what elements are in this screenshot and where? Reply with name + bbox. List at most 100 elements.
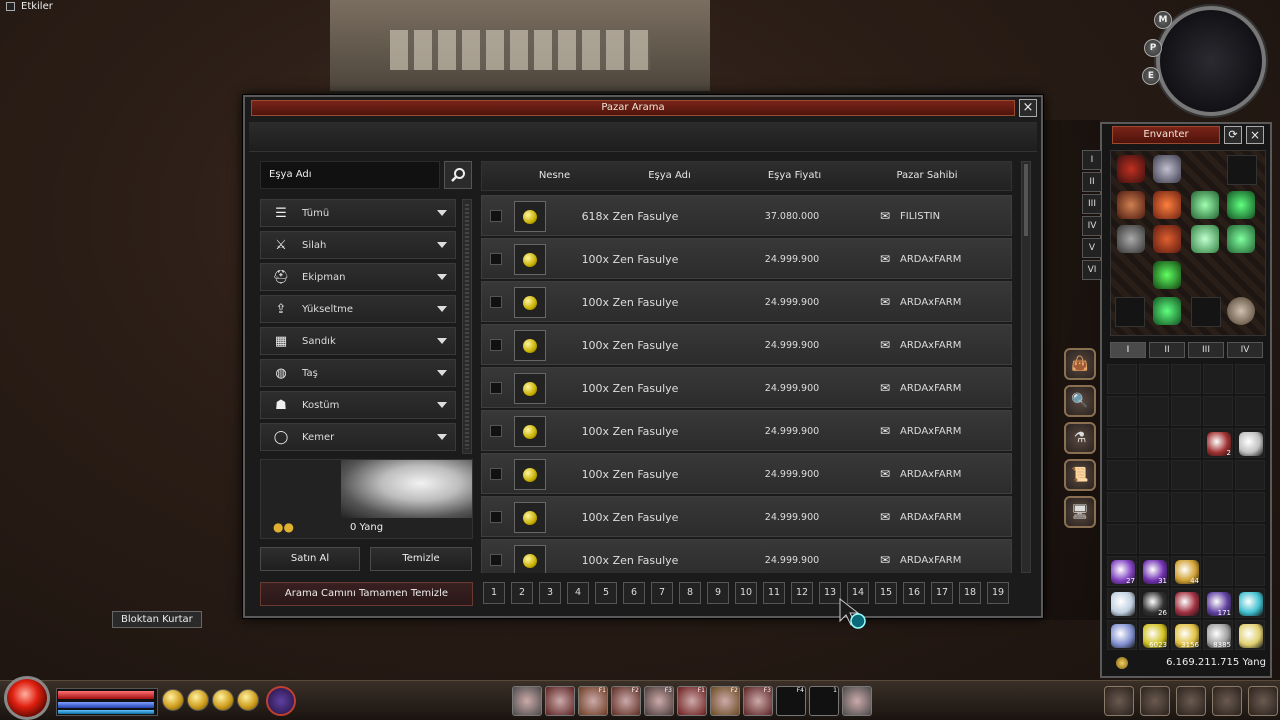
earring-slot[interactable] (1227, 191, 1255, 219)
inventory-slot[interactable] (1139, 428, 1169, 458)
table-row[interactable]: 100x Zen Fasulye 24.999.900 ✉ ARDAxFARM (481, 324, 1012, 365)
inventory-slot[interactable] (1171, 460, 1201, 490)
inventory-slot[interactable] (1171, 588, 1201, 618)
page-button[interactable]: 19 (987, 582, 1009, 604)
search-icon[interactable]: 🔍 (1064, 385, 1096, 417)
row-checkbox[interactable] (490, 425, 502, 437)
row-checkbox[interactable] (490, 339, 502, 351)
row-checkbox[interactable] (490, 554, 502, 566)
table-row[interactable]: 100x Zen Fasulye 24.999.900 ✉ ARDAxFARM (481, 410, 1012, 451)
inventory-slot[interactable] (1235, 588, 1265, 618)
inventory-slot[interactable] (1203, 524, 1233, 554)
skills-menu-button[interactable] (1104, 686, 1134, 716)
armor-slot[interactable] (1117, 191, 1145, 219)
mail-icon[interactable]: ✉ (880, 210, 890, 222)
inventory-slot[interactable] (1107, 396, 1137, 426)
inventory-slot[interactable] (1171, 428, 1201, 458)
pet-slot[interactable] (1153, 297, 1181, 325)
category-upgrade[interactable]: ⇪ Yükseltme (260, 295, 456, 323)
page-button[interactable]: 17 (931, 582, 953, 604)
inventory-slot[interactable] (1235, 460, 1265, 490)
inventory-slot[interactable] (1107, 588, 1137, 618)
item-name-search-input[interactable]: Eşya Adı (260, 161, 440, 189)
effects-checkbox[interactable] (6, 2, 15, 11)
inventory-slot[interactable]: 31 (1139, 556, 1169, 586)
number-slot[interactable]: 1 (809, 686, 839, 716)
mask-skill-icon[interactable]: F3 (743, 686, 773, 716)
page-button[interactable]: 15 (875, 582, 897, 604)
page-button[interactable]: 6 (623, 582, 645, 604)
belt-slot[interactable] (1227, 297, 1255, 325)
page-button[interactable]: 4 (567, 582, 589, 604)
bag-icon[interactable]: 👜 (1064, 348, 1096, 380)
inventory-slot[interactable] (1203, 492, 1233, 522)
inventory-slot[interactable]: 171 (1203, 588, 1233, 618)
inventory-slot[interactable]: 26 (1139, 588, 1169, 618)
inventory-slot[interactable] (1235, 428, 1265, 458)
effects-toggle[interactable]: Etkiler (6, 1, 53, 12)
equip-tab[interactable]: IV (1082, 216, 1102, 236)
gloves-slot[interactable] (1117, 225, 1145, 253)
inventory-slot[interactable]: 8385 (1203, 620, 1233, 650)
necklace-slot[interactable] (1227, 225, 1255, 253)
table-row[interactable]: 100x Zen Fasulye 24.999.900 ✉ ARDAxFARM (481, 367, 1012, 408)
search-button[interactable] (444, 161, 472, 189)
page-button[interactable]: 11 (763, 582, 785, 604)
body-slot[interactable] (1153, 191, 1181, 219)
ring-slot[interactable] (1153, 261, 1181, 289)
inventory-slot[interactable] (1203, 460, 1233, 490)
row-checkbox[interactable] (490, 296, 502, 308)
shop-icon[interactable]: ⚗ (1064, 422, 1096, 454)
mail-icon[interactable]: ✉ (880, 382, 890, 394)
equip-tab[interactable]: V (1082, 238, 1102, 258)
inventory-slot[interactable] (1107, 492, 1137, 522)
inventory-slot[interactable] (1235, 364, 1265, 394)
buy-button[interactable]: Satın Al (260, 547, 360, 571)
page-button[interactable]: 10 (735, 582, 757, 604)
inventory-slot[interactable]: 27 (1107, 556, 1137, 586)
inventory-slot[interactable] (1235, 556, 1265, 586)
inventory-slot[interactable]: 6023 (1139, 620, 1169, 650)
category-chest[interactable]: ▦ Sandık (260, 327, 456, 355)
table-row[interactable]: 100x Zen Fasulye 24.999.900 ✉ ARDAxFARM (481, 238, 1012, 279)
results-scrollbar[interactable] (1021, 161, 1031, 573)
category-weapon[interactable]: ⚔ Silah (260, 231, 456, 259)
page-button[interactable]: 18 (959, 582, 981, 604)
clear-button[interactable]: Temizle (370, 547, 472, 571)
inventory-slot[interactable] (1107, 524, 1137, 554)
shield-slot[interactable] (1191, 191, 1219, 219)
inventory-slot[interactable] (1107, 620, 1137, 650)
mail-icon[interactable]: ✉ (880, 339, 890, 351)
minimap[interactable]: M P E (1138, 6, 1270, 118)
table-row[interactable]: 100x Zen Fasulye 24.999.900 ✉ ARDAxFARM (481, 496, 1012, 537)
inventory-slot[interactable] (1203, 364, 1233, 394)
character-menu-button[interactable] (1140, 686, 1170, 716)
inventory-slot[interactable] (1235, 396, 1265, 426)
inventory-slot[interactable] (1235, 492, 1265, 522)
refresh-button[interactable]: ⟳ (1224, 126, 1242, 144)
inventory-slot[interactable] (1171, 396, 1201, 426)
page-button[interactable]: 2 (511, 582, 533, 604)
category-all[interactable]: ☰ Tümü (260, 199, 456, 227)
inventory-slot[interactable] (1107, 460, 1137, 490)
pet-skill-icon[interactable] (842, 686, 872, 716)
guild-menu-button[interactable] (1176, 686, 1206, 716)
inventory-slot[interactable] (1139, 460, 1169, 490)
mail-icon[interactable]: ✉ (880, 425, 890, 437)
inventory-slot[interactable] (1171, 524, 1201, 554)
mail-icon[interactable]: ✉ (880, 511, 890, 523)
sun-skill-icon[interactable]: F2 (710, 686, 740, 716)
character-button[interactable] (266, 686, 296, 716)
minimap-circle[interactable] (1156, 6, 1266, 116)
minimap-button-p[interactable]: P (1144, 39, 1162, 57)
inventory-page-tab[interactable]: IV (1227, 342, 1263, 358)
mail-icon[interactable]: ✉ (880, 554, 890, 566)
empty-slot[interactable] (1227, 155, 1257, 185)
inventory-slot[interactable] (1139, 396, 1169, 426)
inventory-slot[interactable] (1139, 364, 1169, 394)
inventory-slot[interactable]: 3156 (1171, 620, 1201, 650)
page-button[interactable]: 7 (651, 582, 673, 604)
category-belt[interactable]: ◯ Kemer (260, 423, 456, 451)
burst-skill-icon[interactable]: F1 (578, 686, 608, 716)
helmet-slot[interactable] (1153, 155, 1181, 183)
